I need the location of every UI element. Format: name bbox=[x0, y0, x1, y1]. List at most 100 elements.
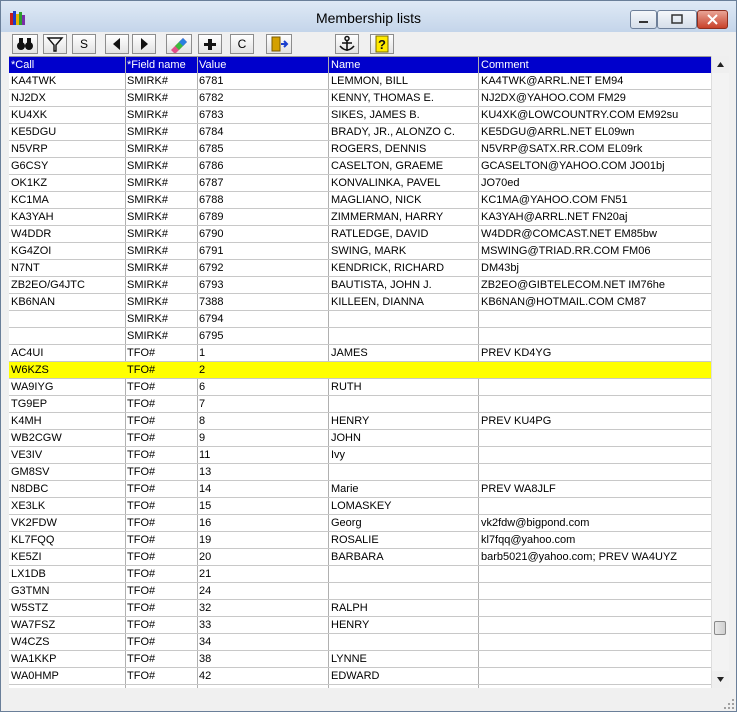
cell-call[interactable]: ZB2EO/G4JTC bbox=[11, 279, 85, 291]
table-row[interactable]: W5STZ TFO# 32 RALPH bbox=[9, 600, 711, 617]
column-header-value[interactable]: Value bbox=[199, 59, 226, 71]
title-bar[interactable]: Membership lists bbox=[1, 1, 736, 32]
cell-name[interactable]: BARBARA bbox=[331, 551, 384, 563]
cell-value[interactable]: 1 bbox=[199, 347, 205, 359]
cell-value[interactable]: 6786 bbox=[199, 160, 223, 172]
cell-call[interactable]: W6KZS bbox=[11, 364, 49, 376]
cell-call[interactable]: G3TMN bbox=[11, 585, 50, 597]
table-row[interactable]: LX1DB TFO# 21 bbox=[9, 566, 711, 583]
scroll-down-button[interactable] bbox=[712, 671, 729, 688]
membership-grid[interactable]: *Call *Field name Value Name Comment KA4… bbox=[9, 56, 711, 689]
cell-comment[interactable]: JO70ed bbox=[481, 177, 520, 189]
table-row[interactable]: G3TMN TFO# 24 bbox=[9, 583, 711, 600]
cell-value[interactable]: 6781 bbox=[199, 75, 223, 87]
cell-value[interactable]: 16 bbox=[199, 517, 211, 529]
cell-value[interactable]: 7 bbox=[199, 398, 205, 410]
cell-value[interactable]: 33 bbox=[199, 619, 211, 631]
maximize-button[interactable] bbox=[657, 10, 697, 29]
cell-value[interactable]: 6788 bbox=[199, 194, 223, 206]
cell-field-name[interactable]: SMIRK# bbox=[127, 92, 168, 104]
cell-name[interactable]: KONVALINKA, PAVEL bbox=[331, 177, 440, 189]
table-row[interactable]: OK1KZ SMIRK# 6787 KONVALINKA, PAVEL JO70ed bbox=[9, 175, 711, 192]
cell-call[interactable]: G6CSY bbox=[11, 160, 48, 172]
cell-field-name[interactable]: SMIRK# bbox=[127, 228, 168, 240]
table-row[interactable]: KE5ZI TFO# 20 BARBARA barb5021@yahoo.com; PR… bbox=[9, 549, 711, 566]
cell-call[interactable]: WA0HMP bbox=[11, 670, 59, 682]
cell-value[interactable]: 6783 bbox=[199, 109, 223, 121]
previous-button[interactable] bbox=[105, 34, 129, 54]
table-row[interactable]: KA3YAH SMIRK# 6789 ZIMMERMAN, HARRY KA3YAH@A… bbox=[9, 209, 711, 226]
table-row[interactable]: G6CSY SMIRK# 6786 CASELTON, GRAEME GCASELTON… bbox=[9, 158, 711, 175]
cell-name[interactable]: SIKES, JAMES B. bbox=[331, 109, 420, 121]
cell-field-name[interactable]: SMIRK# bbox=[127, 211, 168, 223]
cell-comment[interactable]: kl7fqq@yahoo.com bbox=[481, 534, 575, 546]
c-button[interactable]: C bbox=[230, 34, 254, 54]
table-row[interactable]: W6KZS TFO# 2 bbox=[9, 362, 711, 379]
cell-field-name[interactable]: TFO# bbox=[127, 364, 155, 376]
cell-value[interactable]: 13 bbox=[199, 466, 211, 478]
cell-value[interactable]: 20 bbox=[199, 551, 211, 563]
cell-name[interactable]: BRADY, JR., ALONZO C. bbox=[331, 126, 455, 138]
table-row[interactable]: KU4XK SMIRK# 6783 SIKES, JAMES B. KU4XK@LOWC… bbox=[9, 107, 711, 124]
cell-call[interactable]: KG4ZOI bbox=[11, 245, 51, 257]
edit-button[interactable] bbox=[166, 34, 192, 54]
cell-field-name[interactable]: TFO# bbox=[127, 585, 155, 597]
cell-name[interactable]: Marie bbox=[331, 483, 359, 495]
cell-call[interactable]: K4MH bbox=[11, 415, 42, 427]
table-row[interactable]: TG9EP TFO# 7 bbox=[9, 396, 711, 413]
cell-value[interactable]: 42 bbox=[199, 670, 211, 682]
cell-value[interactable]: 6793 bbox=[199, 279, 223, 291]
table-row[interactable]: K4MH TFO# 8 HENRY PREV KU4PG bbox=[9, 413, 711, 430]
cell-call[interactable]: WA9IYG bbox=[11, 381, 53, 393]
cell-comment[interactable]: N5VRP@SATX.RR.COM EL09rk bbox=[481, 143, 642, 155]
table-row[interactable]: VE3IV TFO# 11 Ivy bbox=[9, 447, 711, 464]
cell-value[interactable]: 9 bbox=[199, 432, 205, 444]
cell-comment[interactable]: KA4TWK@ARRL.NET EM94 bbox=[481, 75, 623, 87]
cell-comment[interactable]: KE5DGU@ARRL.NET EL09wn bbox=[481, 126, 634, 138]
cell-comment[interactable]: KC1MA@YAHOO.COM FN51 bbox=[481, 194, 628, 206]
cell-name[interactable]: Ivy bbox=[331, 449, 345, 461]
cell-field-name[interactable]: TFO# bbox=[127, 466, 155, 478]
cell-call[interactable]: N5VRP bbox=[11, 143, 48, 155]
cell-call[interactable]: WA1KKP bbox=[11, 653, 56, 665]
cell-name[interactable]: KILLEEN, DIANNA bbox=[331, 296, 424, 308]
table-row[interactable]: XE3LK TFO# 15 LOMASKEY bbox=[9, 498, 711, 515]
cell-call[interactable]: NJ2DX bbox=[11, 92, 46, 104]
cell-call[interactable]: KU4XK bbox=[11, 109, 47, 121]
cell-value[interactable]: 15 bbox=[199, 500, 211, 512]
cell-call[interactable]: KB6NAN bbox=[11, 296, 55, 308]
cell-field-name[interactable]: SMIRK# bbox=[127, 177, 168, 189]
cell-field-name[interactable]: TFO# bbox=[127, 602, 155, 614]
cell-comment[interactable]: DM43bj bbox=[481, 262, 519, 274]
table-row[interactable]: KC1MA SMIRK# 6788 MAGLIANO, NICK KC1MA@YAHOO… bbox=[9, 192, 711, 209]
cell-field-name[interactable]: SMIRK# bbox=[127, 126, 168, 138]
cell-value[interactable]: 32 bbox=[199, 602, 211, 614]
cell-value[interactable]: 24 bbox=[199, 585, 211, 597]
cell-call[interactable]: KA4TWK bbox=[11, 75, 56, 87]
cell-value[interactable]: 6787 bbox=[199, 177, 223, 189]
cell-call[interactable]: TG9EP bbox=[11, 398, 47, 410]
cell-field-name[interactable]: TFO# bbox=[127, 636, 155, 648]
table-row[interactable]: W4CZS TFO# 34 bbox=[9, 634, 711, 651]
table-row[interactable]: WA0HMP TFO# 42 EDWARD bbox=[9, 668, 711, 685]
cell-field-name[interactable]: SMIRK# bbox=[127, 109, 168, 121]
cell-field-name[interactable]: TFO# bbox=[127, 670, 155, 682]
cell-name[interactable]: KENDRICK, RICHARD bbox=[331, 262, 444, 274]
cell-name[interactable]: LEMMON, BILL bbox=[331, 75, 408, 87]
table-row[interactable]: KB6NAN SMIRK# 7388 KILLEEN, DIANNA KB6NAN@HO… bbox=[9, 294, 711, 311]
find-button[interactable] bbox=[12, 34, 38, 54]
table-row[interactable]: KG4ZOI SMIRK# 6791 SWING, MARK MSWING@TRIAD.… bbox=[9, 243, 711, 260]
cell-name[interactable]: HENRY bbox=[331, 415, 369, 427]
cell-name[interactable]: SWING, MARK bbox=[331, 245, 406, 257]
cell-name[interactable]: RALPH bbox=[331, 602, 368, 614]
cell-name[interactable]: ZIMMERMAN, HARRY bbox=[331, 211, 443, 223]
cell-field-name[interactable]: TFO# bbox=[127, 500, 155, 512]
cell-name[interactable]: KENNY, THOMAS E. bbox=[331, 92, 434, 104]
cell-comment[interactable]: KB6NAN@HOTMAIL.COM CM87 bbox=[481, 296, 646, 308]
cell-value[interactable]: 38 bbox=[199, 653, 211, 665]
cell-name[interactable]: ROGERS, DENNIS bbox=[331, 143, 426, 155]
cell-call[interactable]: N8DBC bbox=[11, 483, 48, 495]
cell-field-name[interactable]: TFO# bbox=[127, 398, 155, 410]
cell-field-name[interactable]: TFO# bbox=[127, 534, 155, 546]
cell-name[interactable]: JAMES bbox=[331, 347, 368, 359]
